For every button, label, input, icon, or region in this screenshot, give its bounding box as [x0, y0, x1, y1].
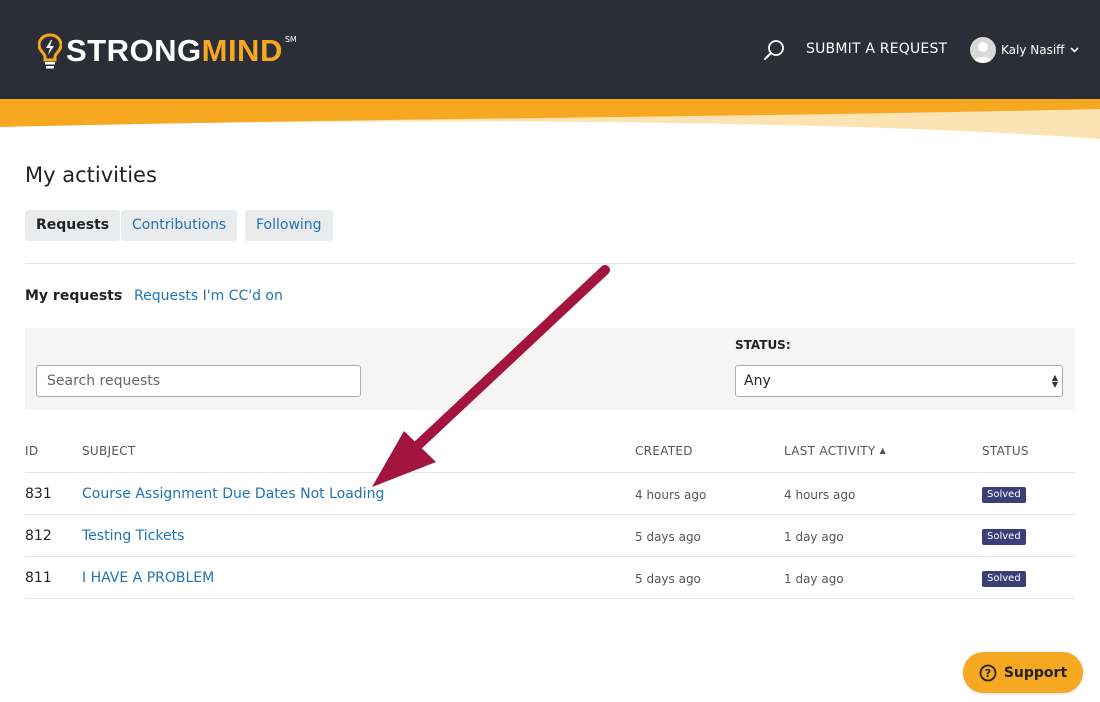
row-last-activity: 1 day ago: [784, 572, 844, 586]
user-menu[interactable]: Kaly Nasiff: [970, 37, 1080, 63]
subnav-separator: ·: [119, 286, 124, 302]
strongmind-logo[interactable]: STRONGMIND SM: [38, 33, 297, 69]
lightbulb-icon: [38, 33, 62, 69]
svg-text:?: ?: [985, 667, 991, 680]
column-header-last-activity-label: LAST ACTIVITY: [784, 444, 876, 458]
status-badge: Solved: [982, 529, 1026, 545]
submit-request-link[interactable]: SUBMIT A REQUEST: [806, 41, 947, 57]
tab-requests[interactable]: Requests: [25, 210, 121, 241]
page-title: My activities: [25, 163, 157, 187]
row-subject-link[interactable]: Testing Tickets: [82, 528, 184, 544]
status-select-value: Any: [744, 373, 771, 389]
help-circle-icon: ?: [979, 664, 997, 681]
table-header-divider: [25, 472, 1075, 473]
row-created: 5 days ago: [635, 572, 701, 586]
support-label: Support: [1003, 664, 1068, 681]
row-id: 831: [25, 486, 52, 502]
column-header-subject[interactable]: SUBJECT: [82, 444, 136, 458]
header-wave-decoration: [0, 99, 1100, 139]
row-last-activity: 4 hours ago: [784, 488, 856, 502]
sort-ascending-icon: ▲: [879, 446, 887, 455]
row-id: 811: [25, 570, 52, 586]
chevron-down-icon: [1070, 47, 1080, 53]
column-header-id[interactable]: ID: [25, 444, 38, 458]
row-created: 4 hours ago: [635, 488, 707, 502]
section-divider: [25, 263, 1075, 264]
row-divider: [25, 514, 1075, 515]
user-name: Kaly Nasiff: [1001, 43, 1065, 57]
status-badge: Solved: [982, 571, 1026, 587]
search-requests-input[interactable]: [36, 365, 361, 397]
support-button[interactable]: ? Support: [963, 652, 1083, 693]
tab-following[interactable]: Following: [245, 210, 333, 241]
select-arrows-icon: ▲ ▼: [1051, 373, 1058, 389]
row-divider: [25, 598, 1075, 599]
status-select[interactable]: Any ▲ ▼: [735, 365, 1063, 397]
user-silhouette-icon: [973, 42, 993, 63]
row-divider: [25, 556, 1075, 557]
column-header-last-activity[interactable]: LAST ACTIVITY ▲: [784, 444, 886, 458]
status-badge: Solved: [982, 487, 1026, 503]
row-subject-link[interactable]: I HAVE A PROBLEM: [82, 570, 214, 586]
subnav-my-requests: My requests: [25, 288, 123, 304]
subnav-cc-requests-link[interactable]: Requests I'm CC'd on: [134, 288, 283, 304]
logo-strong-text: STRONG: [66, 33, 202, 68]
row-last-activity: 1 day ago: [784, 530, 844, 544]
row-id: 812: [25, 528, 52, 544]
column-header-status[interactable]: STATUS: [982, 444, 1029, 458]
row-created: 5 days ago: [635, 530, 701, 544]
logo-service-mark: SM: [284, 34, 297, 44]
avatar: [970, 37, 996, 63]
site-header: STRONGMIND SM SUBMIT A REQUEST Kaly Nasi…: [0, 0, 1100, 99]
search-icon[interactable]: [762, 38, 786, 62]
tab-contributions[interactable]: Contributions: [121, 210, 238, 241]
row-subject-link[interactable]: Course Assignment Due Dates Not Loading: [82, 486, 384, 502]
column-header-created[interactable]: CREATED: [635, 444, 693, 458]
status-filter-label: STATUS:: [735, 338, 791, 352]
logo-mind-text: MIND: [201, 33, 283, 68]
logo-wordmark: STRONGMIND: [66, 33, 283, 69]
